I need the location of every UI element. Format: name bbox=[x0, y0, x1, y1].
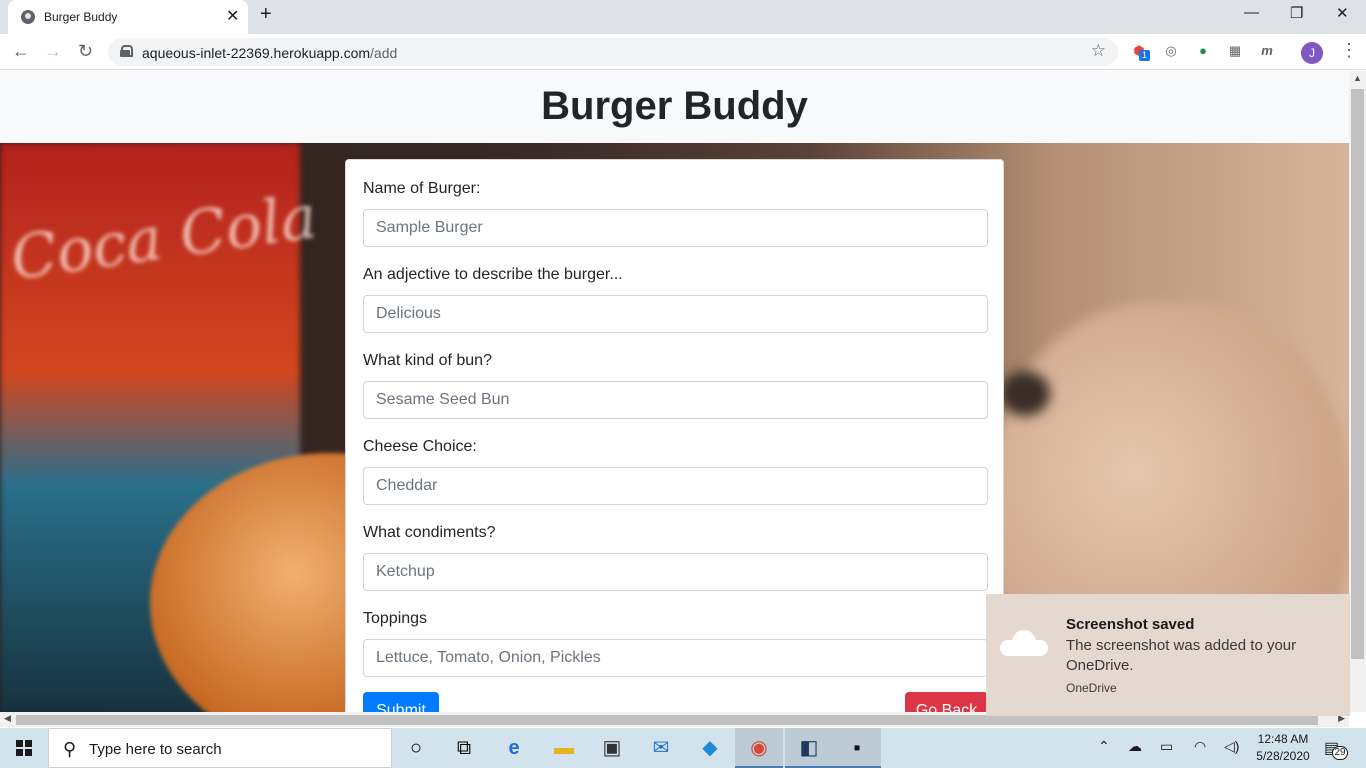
clock-date: 5/28/2020 bbox=[1256, 749, 1310, 763]
burger-form: Name of Burger: An adjective to describe… bbox=[345, 159, 1004, 712]
field-label: What condiments? bbox=[363, 524, 496, 541]
condiments-input[interactable] bbox=[363, 553, 988, 591]
bun-input[interactable] bbox=[363, 381, 988, 419]
store-icon[interactable]: ▣ bbox=[588, 728, 636, 768]
extension-icon[interactable]: ⬢1 bbox=[1130, 43, 1150, 61]
battery-icon[interactable]: ▭ bbox=[1160, 738, 1173, 755]
edge-icon[interactable]: e bbox=[490, 728, 538, 768]
scrollbar-thumb[interactable] bbox=[16, 715, 1318, 725]
search-icon: ⚲ bbox=[63, 739, 77, 759]
cortana-icon[interactable]: ○ bbox=[392, 728, 440, 768]
system-clock[interactable]: 12:48 AM 5/28/2020 bbox=[1248, 731, 1318, 765]
mysql-workbench-icon[interactable]: ◧ bbox=[785, 728, 833, 768]
burger-name-input[interactable] bbox=[363, 209, 988, 247]
toast-message: The screenshot was added to your OneDriv… bbox=[1066, 637, 1297, 674]
browser-toolbar: ← → ↻ aqueous-inlet-22369.herokuapp.com/… bbox=[0, 34, 1366, 70]
back-icon[interactable]: ← bbox=[12, 41, 30, 62]
volume-icon[interactable]: ◁) bbox=[1224, 738, 1239, 755]
avatar[interactable]: J bbox=[1301, 42, 1323, 64]
scroll-up-icon[interactable]: ▲ bbox=[1353, 73, 1362, 83]
search-placeholder: Type here to search bbox=[89, 741, 222, 758]
url-text: aqueous-inlet-22369.herokuapp.com/add bbox=[142, 45, 398, 61]
toast-source: OneDrive bbox=[1066, 681, 1117, 695]
taskbar-search-box[interactable]: ⚲ Type here to search bbox=[48, 728, 392, 768]
taskbar: ⚲ Type here to search ○ ⧉ e ▬ ▣ ✉ ◆ ◉ ◧ … bbox=[0, 728, 1366, 768]
windows-start-icon[interactable] bbox=[16, 740, 32, 756]
field-label: What kind of bun? bbox=[363, 352, 492, 369]
clock-time: 12:48 AM bbox=[1257, 732, 1309, 746]
cheese-input[interactable] bbox=[363, 467, 988, 505]
extension-icon[interactable]: m bbox=[1258, 43, 1276, 61]
menu-icon[interactable]: ⋮ bbox=[1340, 40, 1358, 61]
address-bar[interactable]: aqueous-inlet-22369.herokuapp.com/add ☆ bbox=[108, 38, 1118, 66]
tab-title: Burger Buddy bbox=[44, 10, 118, 24]
field-label: An adjective to describe the burger... bbox=[363, 266, 623, 283]
vscode-icon[interactable]: ◆ bbox=[686, 728, 734, 768]
onedrive-sync-icon[interactable]: ☁ bbox=[1128, 738, 1142, 755]
reload-icon[interactable]: ↻ bbox=[78, 41, 93, 62]
extension-icon[interactable]: ● bbox=[1194, 43, 1212, 61]
chevron-up-icon[interactable]: ⌃ bbox=[1098, 738, 1110, 755]
forward-icon[interactable]: → bbox=[44, 41, 62, 62]
toppings-input[interactable] bbox=[363, 639, 988, 677]
file-explorer-icon[interactable]: ▬ bbox=[540, 728, 588, 768]
page-title: Burger Buddy bbox=[541, 84, 808, 128]
lock-icon bbox=[120, 45, 133, 57]
new-tab-icon[interactable]: + bbox=[260, 3, 272, 26]
extension-icon[interactable]: ◎ bbox=[1162, 43, 1180, 61]
browser-tab-strip: Burger Buddy ✕ + — ❐ ✕ bbox=[0, 0, 1366, 34]
task-view-icon[interactable]: ⧉ bbox=[440, 728, 488, 768]
notification-toast[interactable]: Screenshot saved The screenshot was adde… bbox=[986, 594, 1350, 716]
chrome-icon[interactable]: ◉ bbox=[735, 728, 783, 768]
minimize-icon[interactable]: — bbox=[1244, 4, 1259, 21]
window-close-icon[interactable]: ✕ bbox=[1336, 4, 1349, 22]
field-label: Toppings bbox=[363, 610, 428, 627]
mail-icon[interactable]: ✉ bbox=[637, 728, 685, 768]
go-back-button[interactable]: Go Back bbox=[905, 692, 988, 712]
scroll-left-icon[interactable]: ◀ bbox=[4, 713, 11, 724]
browser-tab[interactable]: Burger Buddy ✕ bbox=[8, 0, 248, 34]
field-label: Name of Burger: bbox=[363, 180, 481, 197]
notification-count-badge: 29 bbox=[1332, 746, 1348, 760]
wifi-icon[interactable]: ◠ bbox=[1194, 738, 1206, 755]
page-header: Burger Buddy bbox=[0, 71, 1349, 143]
action-center-icon[interactable]: ▤ 29 bbox=[1324, 738, 1348, 760]
restore-icon[interactable]: ❐ bbox=[1290, 4, 1303, 22]
extension-icon[interactable]: ▦ bbox=[1226, 43, 1244, 61]
bookmark-star-icon[interactable]: ☆ bbox=[1091, 41, 1106, 61]
background-image bbox=[1000, 371, 1050, 416]
globe-icon bbox=[21, 10, 35, 24]
onedrive-cloud-icon bbox=[1000, 630, 1048, 656]
scrollbar-thumb[interactable] bbox=[1351, 89, 1364, 659]
vertical-scrollbar[interactable]: ▲ bbox=[1349, 71, 1366, 712]
close-tab-icon[interactable]: ✕ bbox=[226, 6, 239, 26]
submit-button[interactable]: Submit bbox=[363, 692, 439, 712]
field-label: Cheese Choice: bbox=[363, 438, 477, 455]
toast-title: Screenshot saved bbox=[1066, 616, 1195, 633]
terminal-icon[interactable]: ▪ bbox=[833, 728, 881, 768]
adjective-input[interactable] bbox=[363, 295, 988, 333]
